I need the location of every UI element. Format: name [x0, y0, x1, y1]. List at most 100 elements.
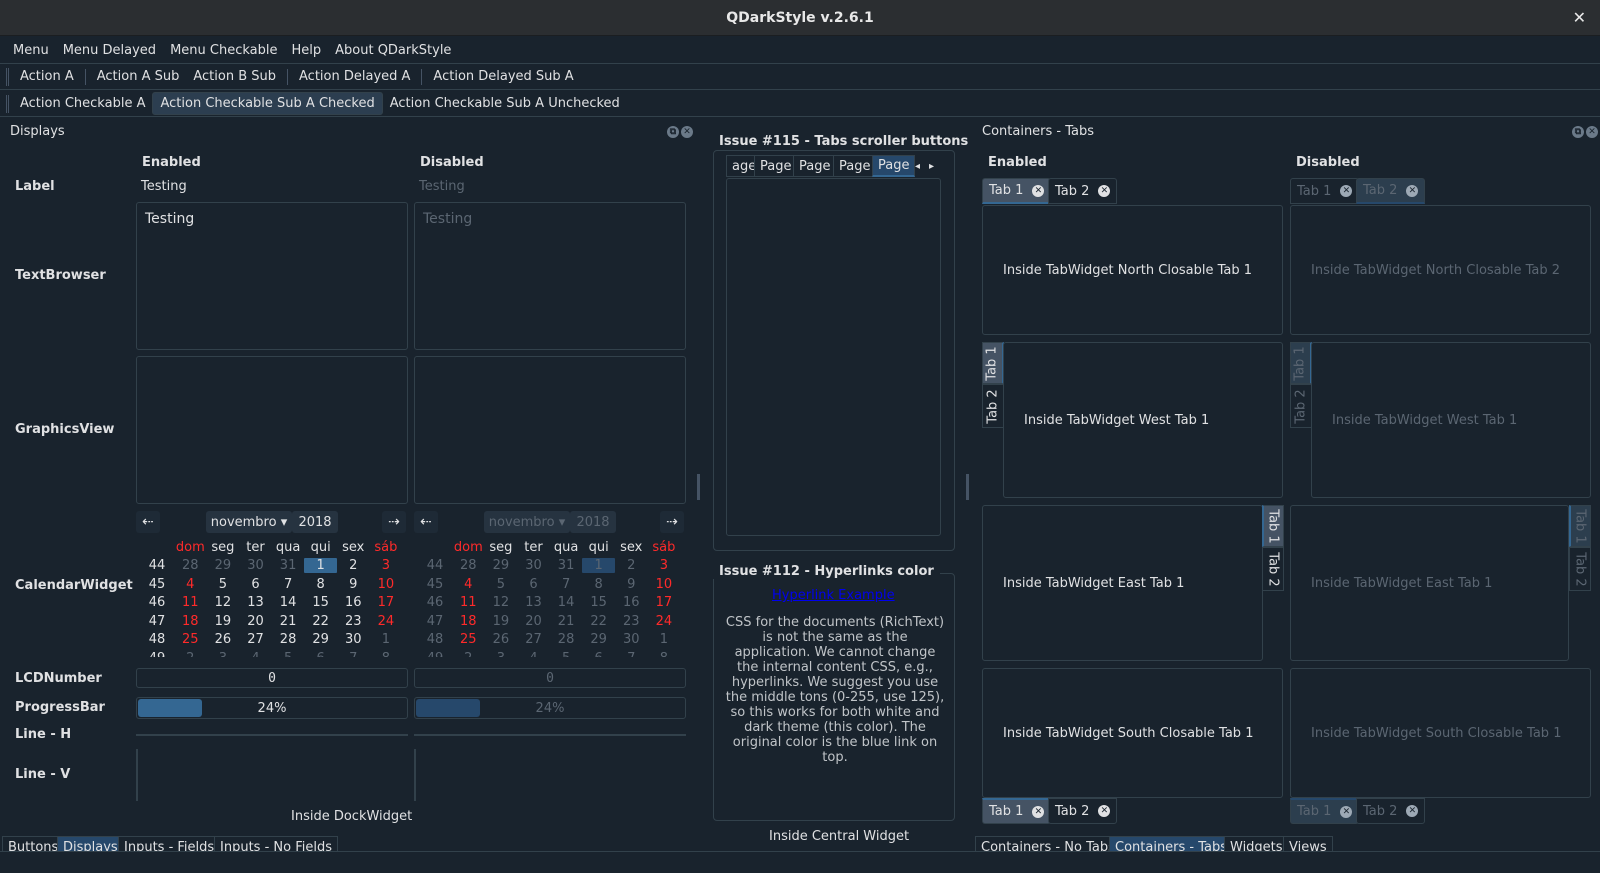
tab-north-2[interactable]: Tab 2 ✕: [1048, 178, 1118, 204]
tab-south-2[interactable]: Tab 2 ✕: [1048, 798, 1118, 824]
calendar-day[interactable]: 20: [239, 614, 272, 629]
calendar-day[interactable]: 12: [207, 595, 240, 610]
calendar-day[interactable]: 2: [174, 651, 207, 657]
calendar-day[interactable]: 4: [239, 651, 272, 657]
calendar-day[interactable]: 31: [272, 558, 305, 573]
calendar-grid-enabled[interactable]: dom seg ter qua qui sex sáb 44 28 29 30 31 1 2 3 45 4 5 6 7…: [140, 538, 402, 657]
calendar-day[interactable]: 11: [174, 595, 207, 610]
close-icon[interactable]: ✕: [1098, 805, 1111, 817]
calendar-month-select[interactable]: novembro ▾: [206, 511, 292, 533]
toolbar-grip[interactable]: [6, 67, 9, 86]
close-icon[interactable]: ✕: [1032, 184, 1045, 197]
tab-page[interactable]: Page: [833, 155, 877, 177]
progress-label: 24%: [257, 700, 287, 716]
calendar-month: novembro: [210, 514, 277, 530]
action-a[interactable]: Action A: [13, 66, 81, 87]
calendar-day[interactable]: 19: [207, 614, 240, 629]
tab-east-2[interactable]: Tab 2: [1262, 547, 1284, 591]
menu-about[interactable]: About QDarkStyle: [328, 43, 458, 58]
action-checkable-sub-a-unchecked[interactable]: Action Checkable Sub A Unchecked: [383, 93, 627, 114]
splitter-handle[interactable]: [697, 474, 700, 500]
tab-east-1[interactable]: Tab 1: [1262, 505, 1284, 547]
calendar-day[interactable]: 3: [207, 651, 240, 657]
calendar-day[interactable]: 8: [304, 577, 337, 592]
tab-east-1: Tab 1: [1569, 505, 1591, 547]
calendar-day[interactable]: 28: [272, 632, 305, 647]
calendar-day[interactable]: 27: [239, 632, 272, 647]
toolbar-grip[interactable]: [6, 94, 9, 113]
calendar-day[interactable]: 24: [370, 614, 403, 629]
close-icon[interactable]: ✕: [1098, 185, 1111, 197]
scroll-right-icon[interactable]: ▸: [925, 155, 938, 177]
close-icon[interactable]: ✕: [681, 126, 693, 138]
calendar-day[interactable]: 14: [272, 595, 305, 610]
calendar-year-spin[interactable]: 2018: [292, 511, 338, 533]
action-checkable-sub-a-checked[interactable]: Action Checkable Sub A Checked: [152, 92, 383, 115]
tab-west-1[interactable]: Tab 1: [982, 342, 1004, 384]
tab-page[interactable]: Page: [754, 155, 798, 177]
splitter-handle[interactable]: [966, 474, 969, 500]
action-b-sub[interactable]: Action B Sub: [186, 66, 283, 87]
calendar-day[interactable]: 7: [272, 577, 305, 592]
calendar-day[interactable]: 26: [207, 632, 240, 647]
calendar-day[interactable]: 30: [337, 632, 370, 647]
calendar-day[interactable]: 25: [174, 632, 207, 647]
calendar-day: 5: [496, 576, 506, 592]
hyperlink-example[interactable]: Hyperlink Example: [772, 588, 895, 603]
calendar-day[interactable]: 15: [304, 595, 337, 610]
calendar-day[interactable]: 8: [370, 651, 403, 657]
menu-checkable[interactable]: Menu Checkable: [163, 43, 284, 58]
calendar-day[interactable]: 10: [370, 577, 403, 592]
calendar-day: 16: [622, 595, 640, 611]
calendar-day[interactable]: 30: [239, 558, 272, 573]
tab-page-active[interactable]: Page: [872, 155, 916, 177]
calendar-day[interactable]: 9: [337, 577, 370, 592]
calendar-day[interactable]: 28: [174, 558, 207, 573]
calendar-next-month-button[interactable]: ⇢: [382, 511, 406, 533]
calendar-day[interactable]: 3: [370, 558, 403, 573]
calendar-day[interactable]: 4: [174, 577, 207, 592]
calendar-day[interactable]: 29: [304, 632, 337, 647]
tab-label: Tab 1: [1266, 508, 1282, 544]
float-icon[interactable]: ⧉: [667, 126, 679, 138]
scroll-left-icon[interactable]: ◂: [911, 155, 924, 177]
tab-south-1[interactable]: Tab 1 ✕: [982, 798, 1052, 824]
textbrowser-enabled[interactable]: Testing: [136, 202, 408, 350]
action-a-sub[interactable]: Action A Sub: [90, 66, 187, 87]
calendar-prev-month-button[interactable]: ⇠: [136, 511, 160, 533]
menu-menu[interactable]: Menu: [6, 43, 56, 58]
float-icon[interactable]: ⧉: [1572, 126, 1584, 138]
calendar-day[interactable]: 16: [337, 595, 370, 610]
action-delayed-sub-a[interactable]: Action Delayed Sub A: [426, 66, 580, 87]
menu-help[interactable]: Help: [284, 43, 328, 58]
calendar-day[interactable]: 2: [337, 558, 370, 573]
calendar-week-number: 47: [426, 613, 444, 629]
action-delayed-a[interactable]: Action Delayed A: [292, 66, 417, 87]
calendar-day[interactable]: 7: [337, 651, 370, 657]
calendar-day[interactable]: 17: [370, 595, 403, 610]
close-icon[interactable]: ✕: [1586, 126, 1598, 138]
calendar-day[interactable]: 1: [370, 632, 403, 647]
calendar-day[interactable]: 6: [239, 577, 272, 592]
dock-buttons: ⧉ ✕: [1572, 126, 1598, 138]
calendar-day[interactable]: 23: [337, 614, 370, 629]
calendar-day[interactable]: 18: [174, 614, 207, 629]
tab-page[interactable]: Page: [793, 155, 837, 177]
calendar-day[interactable]: 5: [207, 577, 240, 592]
tab-west-2[interactable]: Tab 2: [982, 384, 1004, 428]
menu-delayed[interactable]: Menu Delayed: [56, 43, 163, 58]
tab-north-1[interactable]: Tab 1 ✕: [982, 178, 1052, 204]
calendar-day[interactable]: 1: [304, 558, 337, 574]
calendar-day[interactable]: 6: [304, 651, 337, 657]
calendar-day[interactable]: 22: [304, 614, 337, 629]
calendar-day[interactable]: 5: [272, 651, 305, 657]
action-checkable-a[interactable]: Action Checkable A: [13, 93, 152, 114]
calendar-week-number: 48: [148, 632, 166, 648]
close-icon[interactable]: ✕: [1573, 8, 1586, 27]
close-icon[interactable]: ✕: [1032, 805, 1045, 818]
calendar-day[interactable]: 13: [239, 595, 272, 610]
tab-label: Tab 2: [1293, 388, 1309, 424]
graphicsview-enabled[interactable]: [136, 356, 408, 504]
calendar-day[interactable]: 21: [272, 614, 305, 629]
calendar-day[interactable]: 29: [207, 558, 240, 573]
